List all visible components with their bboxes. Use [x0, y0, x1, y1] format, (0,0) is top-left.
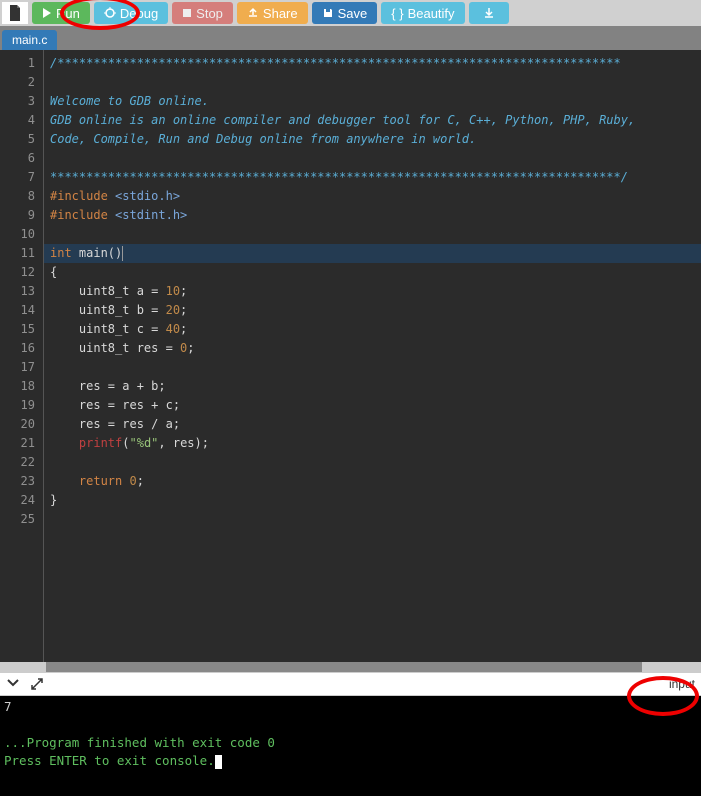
line-number: 11 — [4, 244, 35, 263]
editor-scrollbar[interactable] — [0, 662, 701, 672]
save-label: Save — [338, 6, 368, 21]
code-line[interactable]: return 0; — [50, 472, 695, 491]
code-line[interactable] — [50, 73, 695, 92]
line-number: 10 — [4, 225, 35, 244]
download-button[interactable] — [469, 2, 509, 24]
console-toolbar: input — [0, 672, 701, 696]
code-editor[interactable]: 1234567891011121314151617181920212223242… — [0, 50, 701, 672]
share-label: Share — [263, 6, 298, 21]
line-number: 19 — [4, 396, 35, 415]
code-line[interactable]: GDB online is an online compiler and deb… — [50, 111, 695, 130]
download-icon — [483, 7, 495, 19]
program-output: 7 — [4, 699, 12, 714]
share-icon — [247, 7, 259, 19]
line-number: 15 — [4, 320, 35, 339]
code-area[interactable]: /***************************************… — [44, 50, 701, 672]
line-number: 17 — [4, 358, 35, 377]
console-cursor — [215, 755, 222, 769]
stop-icon — [182, 8, 192, 18]
code-line[interactable]: uint8_t b = 20; — [50, 301, 695, 320]
code-line[interactable]: { — [50, 263, 695, 282]
code-line[interactable]: #include <stdint.h> — [50, 206, 695, 225]
code-line[interactable] — [50, 149, 695, 168]
line-number: 25 — [4, 510, 35, 529]
braces-icon: { } — [391, 6, 403, 21]
beautify-label: Beautify — [408, 6, 455, 21]
line-number: 7 — [4, 168, 35, 187]
line-number: 6 — [4, 149, 35, 168]
code-line[interactable] — [50, 453, 695, 472]
line-number: 3 — [4, 92, 35, 111]
exit-prompt: Press ENTER to exit console. — [4, 753, 215, 768]
run-button[interactable]: Run — [32, 2, 90, 24]
code-line[interactable] — [50, 225, 695, 244]
code-line[interactable]: res = res + c; — [50, 396, 695, 415]
beautify-button[interactable]: { } Beautify — [381, 2, 464, 24]
code-line[interactable]: /***************************************… — [50, 54, 695, 73]
save-button[interactable]: Save — [312, 2, 378, 24]
line-number: 5 — [4, 130, 35, 149]
code-line[interactable]: res = a + b; — [50, 377, 695, 396]
code-line[interactable]: int main() — [44, 244, 701, 263]
line-number: 14 — [4, 301, 35, 320]
line-number: 13 — [4, 282, 35, 301]
line-number: 12 — [4, 263, 35, 282]
exit-message: ...Program finished with exit code 0 — [4, 735, 275, 750]
line-number: 16 — [4, 339, 35, 358]
run-label: Run — [56, 6, 80, 21]
code-line[interactable]: printf("%d", res); — [50, 434, 695, 453]
line-number: 22 — [4, 453, 35, 472]
save-icon — [322, 7, 334, 19]
bug-icon — [104, 7, 116, 19]
share-button[interactable]: Share — [237, 2, 308, 24]
debug-button[interactable]: Debug — [94, 2, 168, 24]
line-gutter: 1234567891011121314151617181920212223242… — [0, 50, 44, 672]
code-line[interactable]: res = res / a; — [50, 415, 695, 434]
debug-label: Debug — [120, 6, 158, 21]
input-label[interactable]: input — [669, 677, 695, 691]
code-line[interactable]: ****************************************… — [50, 168, 695, 187]
code-line[interactable] — [50, 358, 695, 377]
line-number: 8 — [4, 187, 35, 206]
line-number: 4 — [4, 111, 35, 130]
code-line[interactable]: uint8_t c = 40; — [50, 320, 695, 339]
code-line[interactable]: #include <stdio.h> — [50, 187, 695, 206]
code-line[interactable]: Welcome to GDB online. — [50, 92, 695, 111]
code-line[interactable]: Code, Compile, Run and Debug online from… — [50, 130, 695, 149]
code-line[interactable]: } — [50, 491, 695, 510]
code-line[interactable]: uint8_t res = 0; — [50, 339, 695, 358]
line-number: 18 — [4, 377, 35, 396]
new-file-icon[interactable] — [2, 2, 28, 24]
play-icon — [42, 8, 52, 18]
line-number: 24 — [4, 491, 35, 510]
line-number: 2 — [4, 73, 35, 92]
tab-main-c[interactable]: main.c — [2, 30, 57, 50]
line-number: 1 — [4, 54, 35, 73]
console-output[interactable]: 7 ...Program finished with exit code 0 P… — [0, 696, 701, 796]
code-line[interactable]: uint8_t a = 10; — [50, 282, 695, 301]
line-number: 23 — [4, 472, 35, 491]
stop-label: Stop — [196, 6, 223, 21]
collapse-icon[interactable] — [6, 677, 20, 691]
line-number: 20 — [4, 415, 35, 434]
expand-icon[interactable] — [30, 677, 44, 691]
stop-button[interactable]: Stop — [172, 2, 233, 24]
line-number: 9 — [4, 206, 35, 225]
tab-bar: main.c — [0, 26, 701, 50]
toolbar: Run Debug Stop Share Save { } Beautify — [0, 0, 701, 26]
scrollbar-thumb[interactable] — [46, 662, 642, 672]
code-line[interactable] — [50, 510, 695, 529]
line-number: 21 — [4, 434, 35, 453]
